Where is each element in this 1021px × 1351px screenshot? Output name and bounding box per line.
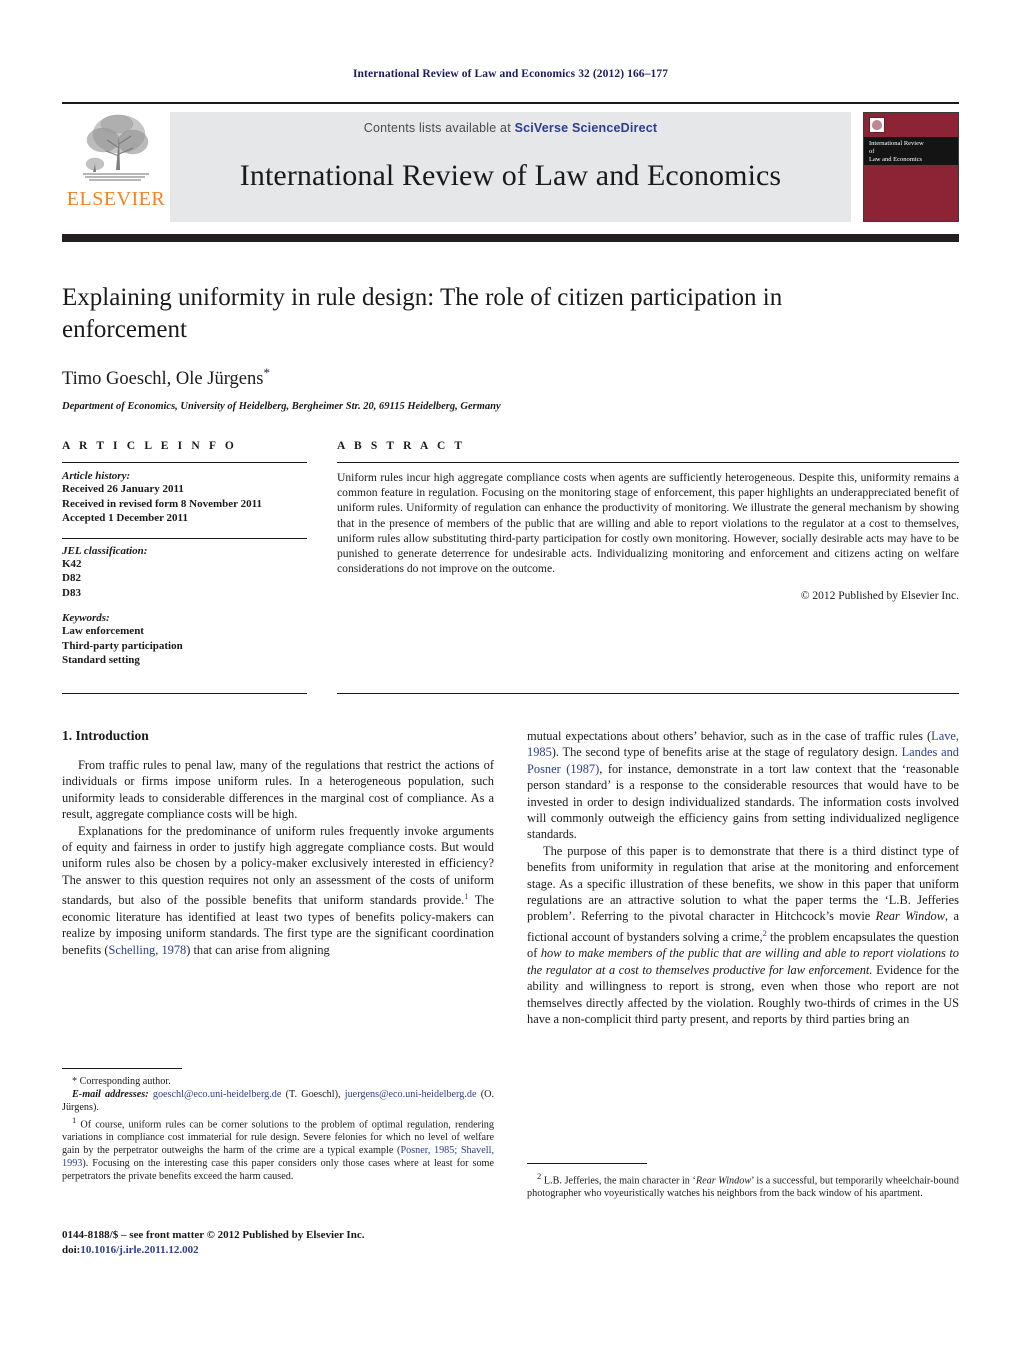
citation-schelling-1978[interactable]: Schelling, 1978	[108, 943, 186, 957]
paragraph-left-2-part-c: ) that can arise from aligning	[186, 942, 330, 957]
sciencedirect-banner: Contents lists available at SciVerse Sci…	[170, 112, 851, 222]
affiliation: Department of Economics, University of H…	[62, 401, 501, 413]
contents-prefix: Contents lists available at	[363, 121, 515, 135]
paper-page: International Review of Law and Economic…	[0, 0, 1021, 1351]
body-right-column: mutual expectations about others’ behavi…	[527, 728, 959, 1027]
doi-label: doi:	[62, 1244, 81, 1256]
sciencedirect-link[interactable]: SciVerse ScienceDirect	[515, 121, 658, 135]
author-list: Timo Goeschl, Ole Jürgens*	[62, 365, 842, 390]
cover-title-line2: of	[869, 148, 875, 155]
keyword-3: Standard setting	[62, 654, 140, 666]
paragraph-right-1-part-a: mutual expectations about others’ behavi…	[527, 729, 932, 743]
contents-available-line: Contents lists available at SciVerse Sci…	[364, 121, 658, 135]
email-link-goeschl[interactable]: goeschl@eco.uni-heidelberg.de	[153, 1089, 282, 1100]
info-abstract-gap	[307, 440, 337, 668]
abstract-column: A B S T R A C T Uniform rules incur high…	[337, 440, 959, 668]
elsevier-logo: ELSEVIER	[62, 104, 170, 226]
footnote-1: 1 Of course, uniform rules can be corner…	[62, 1114, 494, 1183]
keywords-spacer	[62, 600, 307, 612]
abstract-bottom-rule	[337, 693, 959, 694]
section-heading-introduction: 1. Introduction	[62, 728, 149, 743]
jel-code-1: K42	[62, 557, 82, 570]
keyword-2: Third-party participation	[62, 639, 183, 652]
footnote-corresponding-author: * Corresponding author.	[72, 1076, 171, 1087]
body-columns: 1. Introduction From traffic rules to pe…	[62, 728, 959, 1027]
doi-link[interactable]: 10.1016/j.irle.2011.12.002	[80, 1244, 198, 1256]
history-received: Received 26 January 2011	[62, 483, 184, 495]
footnote-separator-right	[527, 1163, 647, 1164]
running-head: International Review of Law and Economic…	[352, 68, 669, 80]
cover-title-line1: International Review	[869, 140, 924, 147]
column-gutter	[494, 728, 527, 1027]
journal-masthead: ELSEVIER Contents lists available at Sci…	[62, 102, 959, 226]
cover-title-line3: Law and Economics	[869, 156, 923, 163]
history-revised: Received in revised form 8 November 2011	[62, 497, 262, 510]
body-left-column: 1. Introduction From traffic rules to pe…	[62, 728, 494, 1027]
corresponding-author-marker: *	[263, 365, 270, 380]
article-info-rule	[62, 462, 307, 463]
title-block: Explaining uniformity in rule design: Th…	[62, 282, 842, 412]
paragraph-right-1: mutual expectations about others’ behavi…	[527, 728, 959, 843]
paragraph-right-2: The purpose of this paper is to demonstr…	[527, 843, 959, 1028]
paper-title: Explaining uniformity in rule design: Th…	[62, 284, 783, 343]
author-names: Timo Goeschl, Ole Jürgens	[62, 369, 264, 390]
email-link-juergens[interactable]: juergens@eco.uni-heidelberg.de	[345, 1089, 477, 1100]
cover-elsevier-icon	[869, 117, 885, 133]
elsevier-wordmark: ELSEVIER	[66, 188, 166, 210]
history-accepted: Accepted 1 December 2011	[62, 512, 188, 524]
doi-line: doi:10.1016/j.irle.2011.12.002	[62, 1243, 562, 1258]
footnotes-right: 2 L.B. Jefferies, the main character in …	[527, 1163, 959, 1200]
paragraph-right-1-part-b: ). The second type of benefits arise at …	[551, 745, 902, 760]
keyword-1: Law enforcement	[62, 625, 144, 637]
footnote-emails: E-mail addresses: goeschl@eco.uni-heidel…	[62, 1088, 494, 1114]
paragraph-left-2: Explanations for the predominance of uni…	[62, 823, 494, 958]
footnote-2-movie-title: Rear Window	[695, 1175, 752, 1187]
imprint-block: 0144-8188/$ – see front matter © 2012 Pu…	[62, 1228, 562, 1258]
journal-cover-thumbnail[interactable]: International Review of Law and Economic…	[863, 112, 959, 222]
abstract-text: Uniform rules incur high aggregate compl…	[337, 471, 959, 576]
jel-label: JEL classification:	[62, 544, 148, 557]
article-info-bottom-rule	[62, 693, 307, 694]
issn-line: 0144-8188/$ – see front matter © 2012 Pu…	[62, 1229, 365, 1241]
paragraph-left-2-part-a: Explanations for the predominance of uni…	[62, 823, 494, 908]
footnote-separator-left	[62, 1068, 182, 1069]
footnotes-left: * Corresponding author. E-mail addresses…	[62, 1068, 494, 1183]
abstract-copyright: © 2012 Published by Elsevier Inc.	[800, 590, 959, 603]
elsevier-tree-icon	[83, 114, 149, 181]
abstract-rule	[337, 462, 959, 463]
cover-title-band: International Review of Law and Economic…	[864, 137, 958, 165]
jel-rule	[62, 537, 307, 539]
article-info-heading: A R T I C L E I N F O	[62, 440, 237, 452]
abstract-heading: A B S T R A C T	[337, 440, 466, 452]
keywords-label: Keywords:	[62, 612, 110, 624]
footnote-2-part-a: L.B. Jefferies, the main character in ‘	[541, 1175, 696, 1187]
info-abstract-row: A R T I C L E I N F O Article history: R…	[62, 440, 959, 668]
masthead-bottom-rule	[62, 234, 959, 242]
footnote-1-part-b: ). Focusing on the interesting case this…	[62, 1158, 494, 1183]
movie-title-rear-window: Rear Window	[875, 909, 946, 924]
jel-code-2: D82	[62, 572, 81, 584]
jel-code-3: D83	[62, 586, 81, 599]
article-history-label: Article history:	[62, 470, 131, 482]
email-name-goeschl: (T. Goeschl),	[281, 1089, 341, 1100]
journal-title: International Review of Law and Economic…	[239, 159, 782, 192]
email-addresses-label: E-mail addresses:	[72, 1089, 149, 1100]
footnote-2: 2 L.B. Jefferies, the main character in …	[527, 1170, 959, 1200]
paragraph-left-1: From traffic rules to penal law, many of…	[62, 758, 494, 822]
article-info-column: A R T I C L E I N F O Article history: R…	[62, 440, 307, 668]
